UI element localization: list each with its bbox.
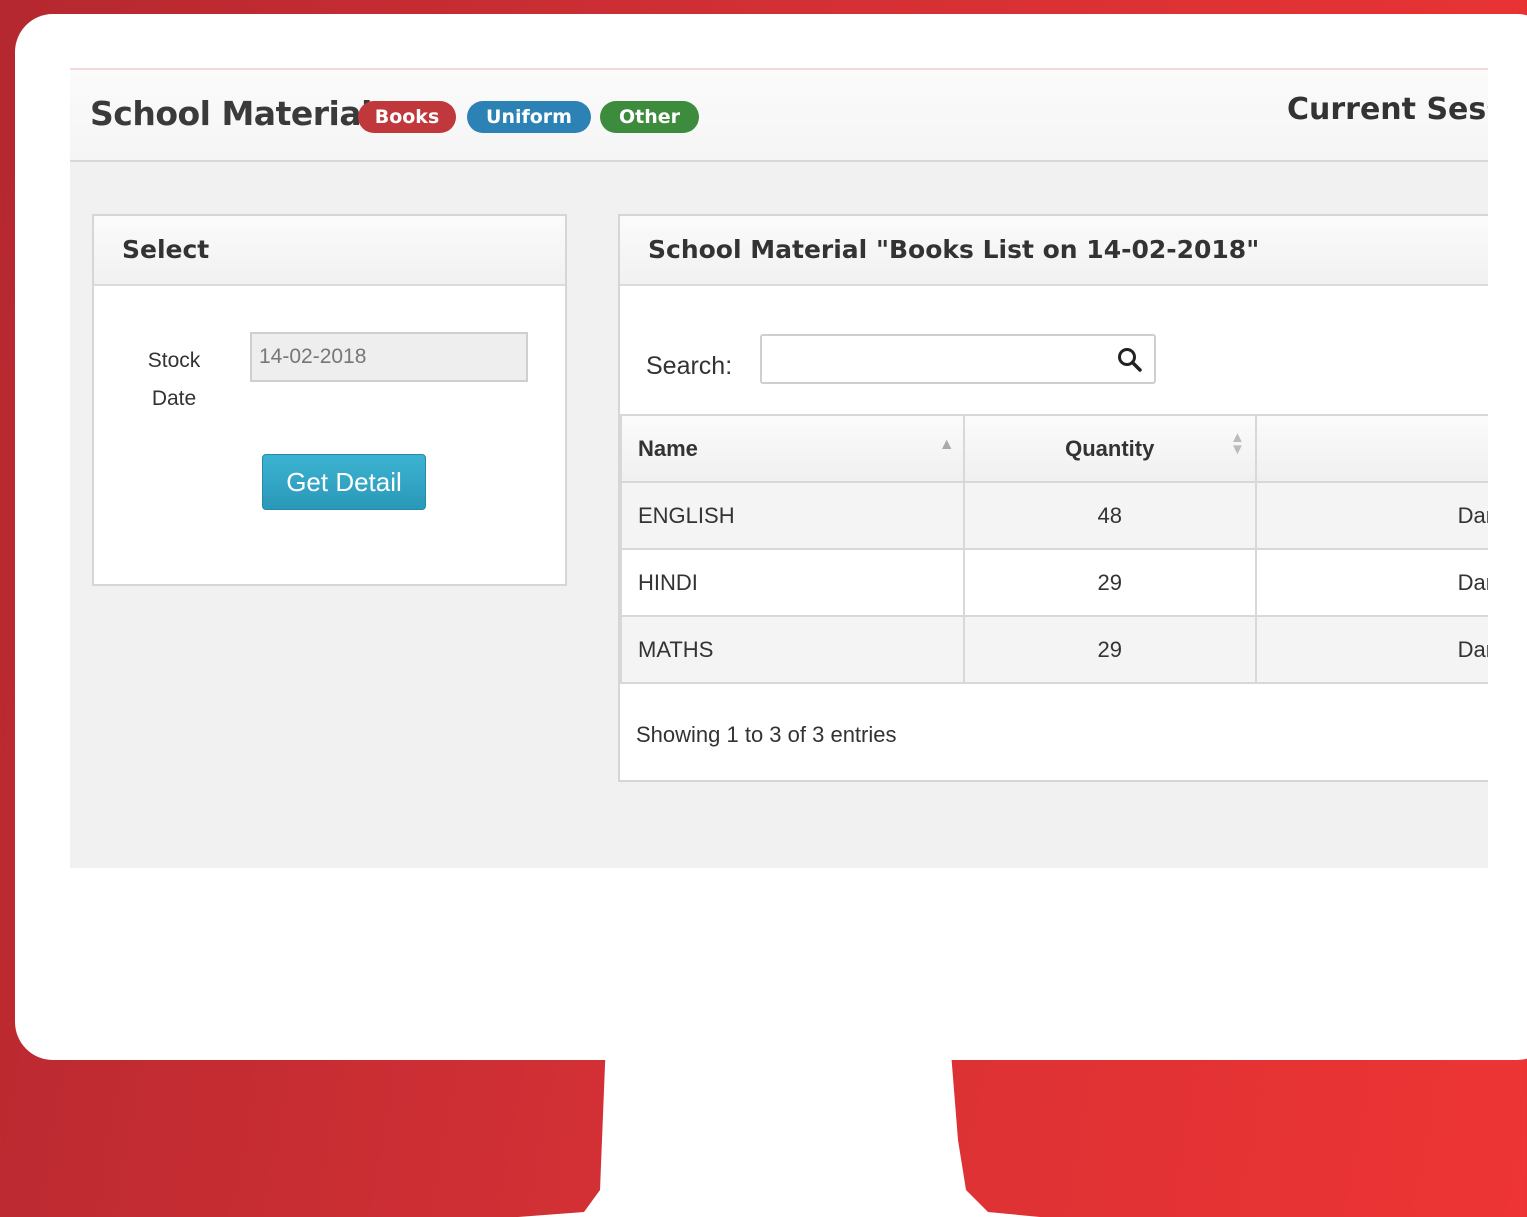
monitor-stand [518, 1040, 1040, 1217]
cell-name: ENGLISH [620, 481, 965, 550]
table-row: MATHS 29 Dan [620, 615, 1488, 684]
books-badge[interactable]: Books [358, 101, 456, 133]
cell-quantity: 29 [962, 615, 1257, 684]
select-panel-title: Select [94, 216, 565, 286]
table-row: HINDI 29 Dan [620, 548, 1488, 617]
stock-date-label: Stock Date [147, 349, 201, 410]
table-info: Showing 1 to 3 of 3 entries [636, 722, 897, 747]
cell-status: Dan [1254, 615, 1488, 684]
cell-name: HINDI [620, 548, 965, 617]
column-header-name-label: Name [638, 435, 698, 461]
cell-quantity: 29 [962, 548, 1257, 617]
cell-status: Dan [1254, 548, 1488, 617]
search-icon [1118, 348, 1142, 372]
search-label: Search: [646, 352, 733, 380]
sort-asc-icon: ▲ [938, 436, 955, 453]
cell-status: Dan [1254, 481, 1488, 550]
cell-quantity: 48 [962, 481, 1257, 550]
uniform-badge[interactable]: Uniform [467, 101, 591, 133]
sort-both-icon: ▲ ▼ [1229, 429, 1245, 458]
page-title: School Material [90, 94, 372, 133]
column-header-name[interactable]: Name ▲ [620, 414, 965, 483]
books-table: Name ▲ Quantity ▲▼ ENGLISH 48 Dan HINDI … [620, 414, 1488, 684]
column-header-status[interactable] [1254, 414, 1488, 483]
stock-date-input[interactable]: 14-02-2018 [250, 332, 528, 382]
other-badge[interactable]: Other [600, 101, 699, 133]
table-header-row: Name ▲ Quantity ▲ ▼ [620, 414, 1488, 483]
table-row: ENGLISH 48 Dan [620, 481, 1488, 550]
search-input[interactable] [760, 334, 1156, 384]
current-session-label: Current Sess [1287, 92, 1488, 127]
get-detail-button[interactable]: Get Detail [262, 454, 426, 510]
books-list-title: School Material "Books List on 14-02-201… [620, 216, 1488, 286]
books-list-panel: School Material "Books List on 14-02-201… [618, 214, 1488, 782]
column-header-quantity-label: Quantity [1065, 435, 1155, 461]
column-header-quantity[interactable]: Quantity ▲ ▼ [962, 414, 1257, 483]
cell-name: MATHS [620, 615, 965, 684]
app-screen: School Material Books Uniform Other Curr… [70, 68, 1488, 868]
select-panel: Select Stock Date 14-02-2018 Get Detail [92, 214, 567, 586]
page-header: School Material Books Uniform Other Curr… [70, 68, 1488, 162]
